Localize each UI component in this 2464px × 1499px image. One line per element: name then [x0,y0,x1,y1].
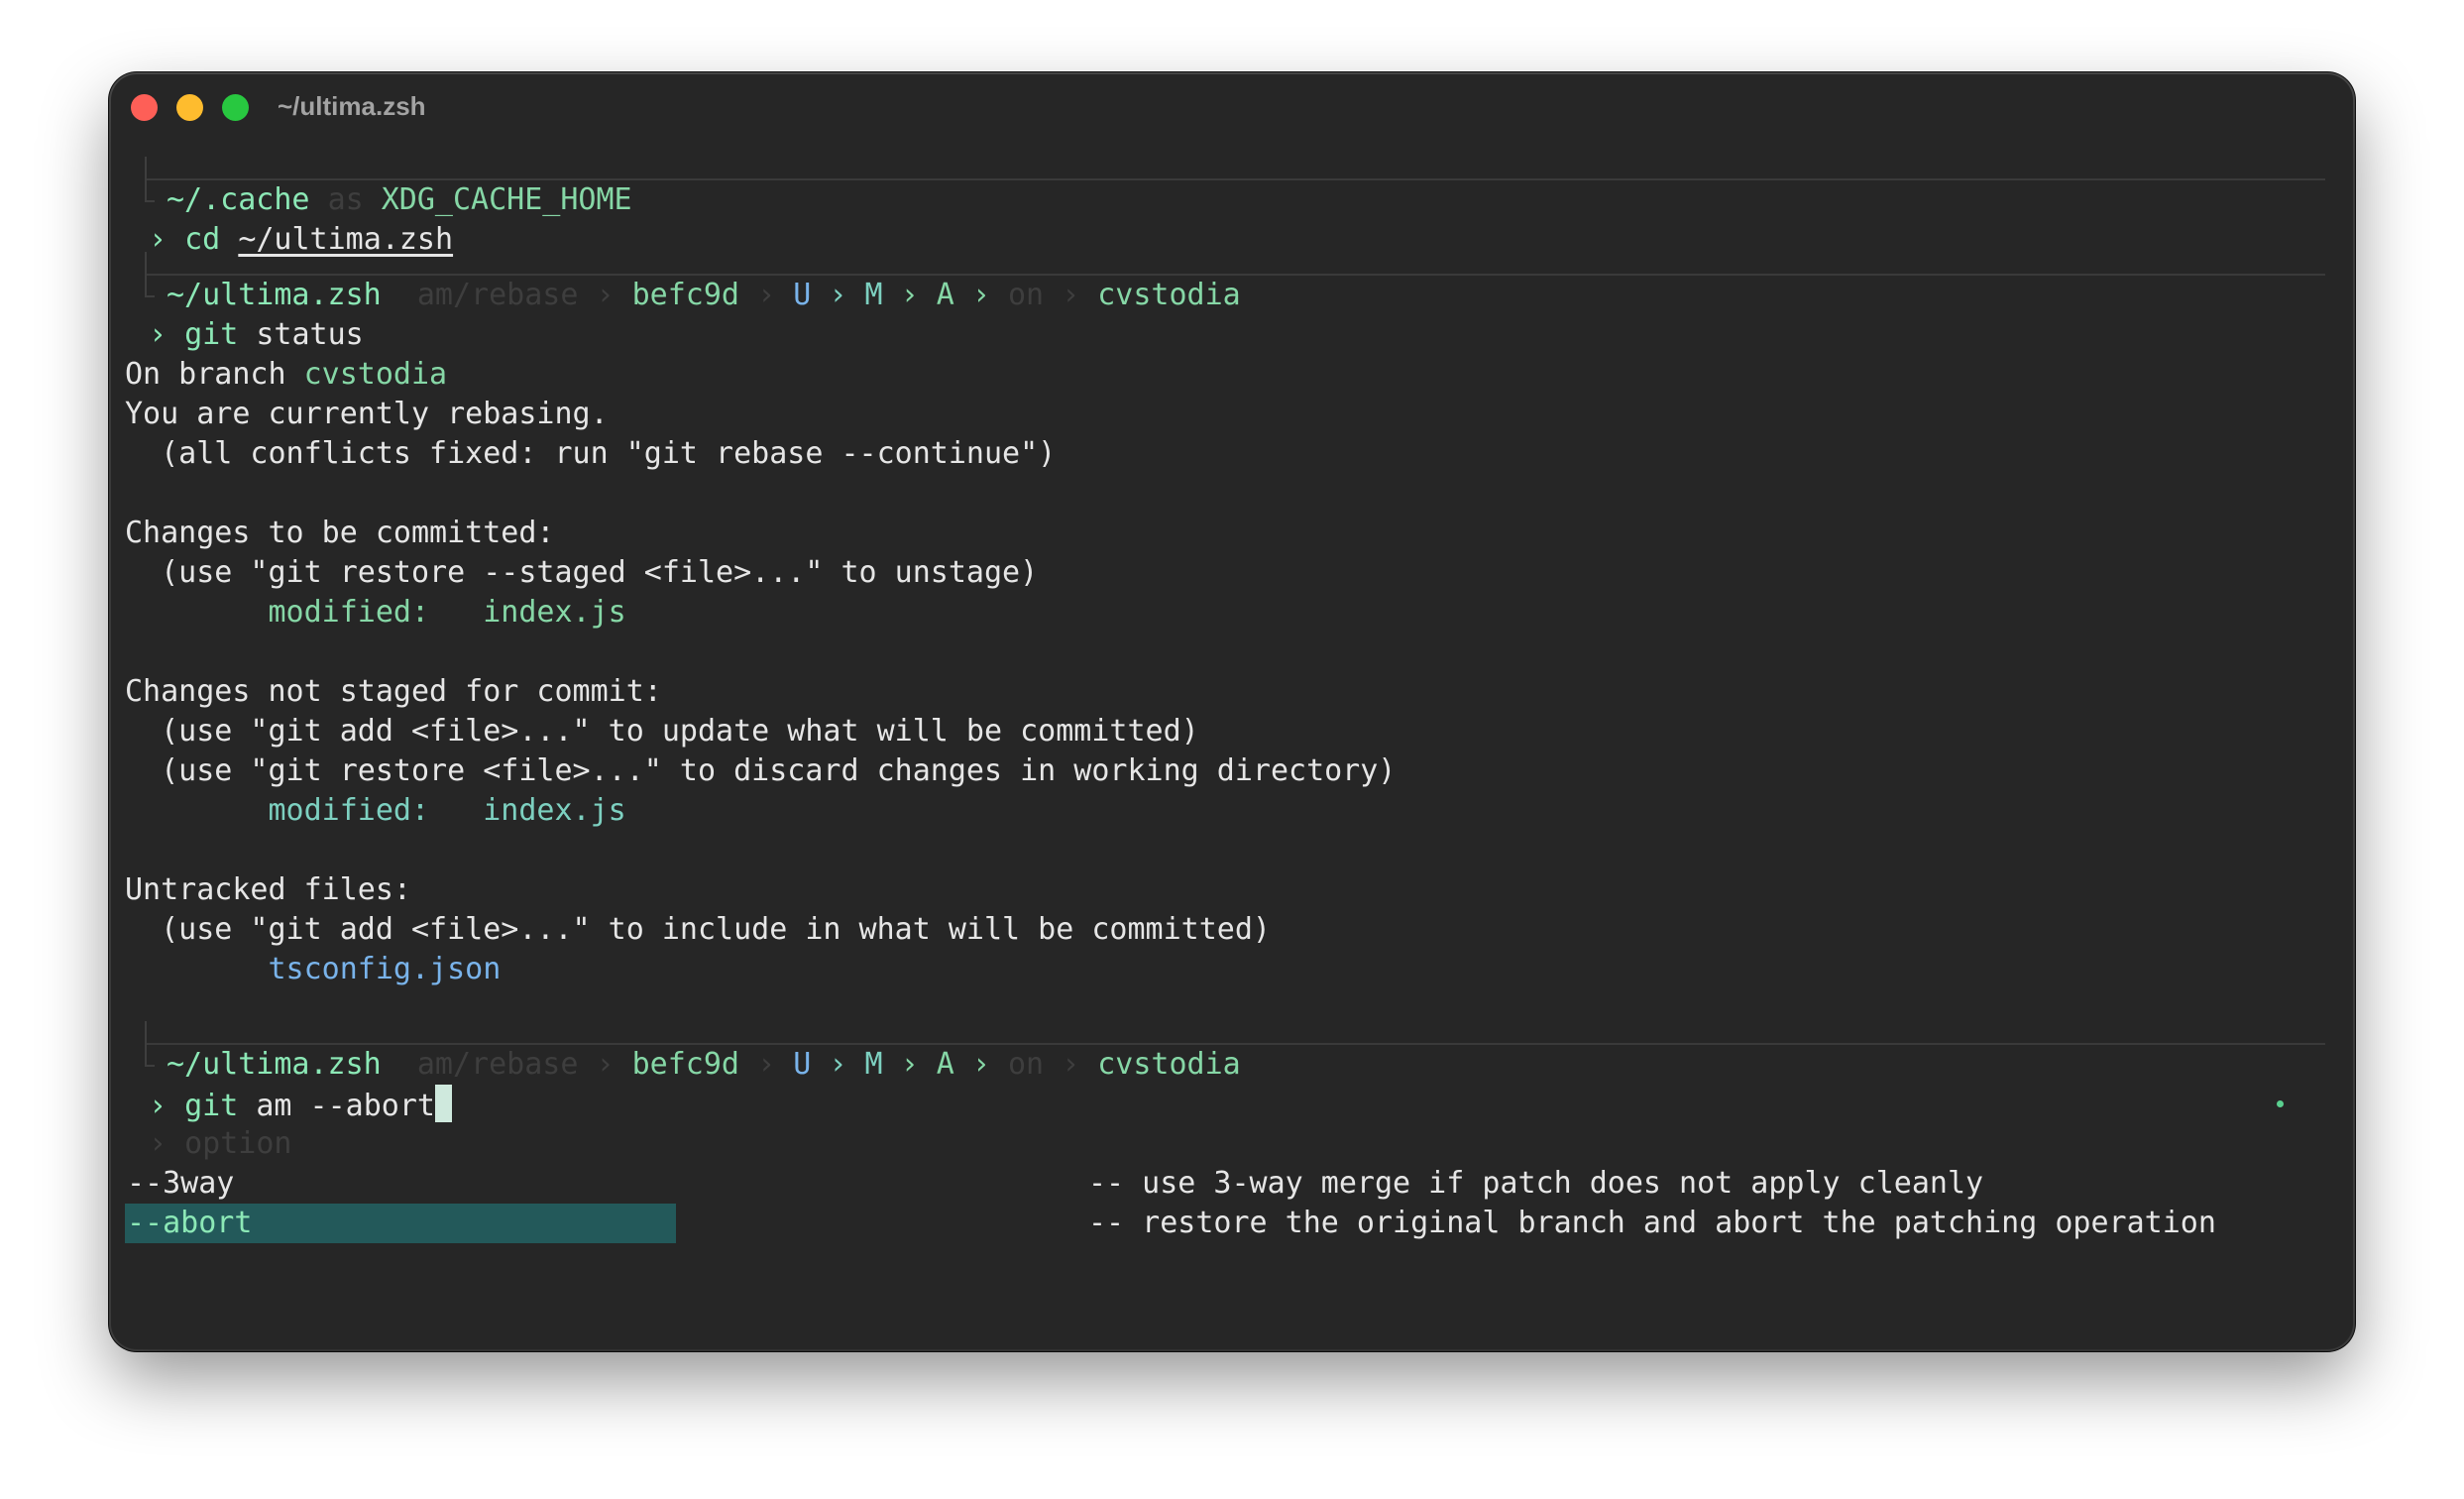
prompt-path: ~/.cache [167,182,310,217]
zoom-button[interactable] [222,94,249,121]
command-name: git [184,1089,239,1123]
window-title: ~/ultima.zsh [278,91,426,121]
prompt-commit-hash: befc9d [631,1047,739,1082]
command-argument: ~/ultima.zsh [238,222,454,257]
prompt-separator-glyph: › [829,1047,847,1082]
output-text: (use "git add <file>..." to include in w… [161,912,1271,947]
prompt-separator-glyph: › [596,1047,615,1082]
prompt-path: ~/ultima.zsh [167,278,382,312]
completion-description: -- use 3-way merge if patch does not app… [1088,1166,1984,1201]
prompt-flag-modified: M [864,278,883,312]
prompt-operation: am/rebase [416,1047,579,1082]
terminal-window[interactable]: ~/ultima.zsh ~/.cache as XDG_CACHE_HOME … [111,74,2353,1349]
prompt-branch: cvstodia [1097,1047,1241,1082]
completion-group-label: option [184,1126,292,1161]
prompt-as-word: as [327,182,364,217]
active-command-line[interactable]: › git am --abort [131,1085,2333,1124]
prompt-alias: XDG_CACHE_HOME [381,182,632,217]
prompt-separator-glyph: › [757,278,776,312]
command-name: cd [184,222,221,257]
prompt-info-line: ~/.cache as XDG_CACHE_HOME [131,157,2333,220]
prompt-flag-unmerged: U [793,1047,812,1082]
command-line: › cd ~/ultima.zsh [131,220,2333,260]
prompt-separator-glyph: › [1062,1047,1080,1082]
file-name: tsconfig.json [268,952,502,986]
completion-option[interactable]: --3way [125,1164,676,1204]
untracked-file-line: tsconfig.json [125,950,2333,989]
prompt-bracket [145,1021,155,1067]
status-dot-icon [2277,1100,2284,1107]
output-line: (use "git restore --staged <file>..." to… [125,553,2333,593]
command-input[interactable]: am --abort [256,1089,435,1123]
command-line: › git status [131,315,2333,355]
prompt-on-word: on [1007,278,1045,312]
prompt-commit-hash: befc9d [631,278,739,312]
output-line: You are currently rebasing. [125,397,609,431]
branch-name: cvstodia [303,357,448,392]
terminal-output[interactable]: ~/.cache as XDG_CACHE_HOME › cd ~/ultima… [125,157,2333,1349]
prompt-branch: cvstodia [1097,278,1241,312]
prompt-path: ~/ultima.zsh [167,1047,382,1082]
file-status: modified: [268,793,430,828]
output-line: Changes not staged for commit: [125,674,662,709]
prompt-flag-added: A [936,1047,954,1082]
close-button[interactable] [131,94,158,121]
completion-item-selected[interactable]: --abort -- restore the original branch a… [125,1204,2333,1243]
unstaged-file-line: modified: index.js [125,791,2333,831]
prompt-separator-glyph: › [900,1047,919,1082]
title-bar[interactable]: ~/ultima.zsh [111,74,2353,144]
prompt-flag-unmerged: U [793,278,812,312]
prompt-separator-glyph: › [971,1047,990,1082]
prompt-separator-glyph: › [1062,278,1080,312]
staged-file-line: modified: index.js [125,593,2333,633]
output-line: (use "git add <file>..." to update what … [125,712,2333,751]
completion-group-header: › option [131,1124,2333,1164]
output-line: On branch cvstodia [125,355,2333,395]
prompt-separator-glyph: › [971,278,990,312]
output-line: (use "git add <file>..." to include in w… [125,910,2333,950]
completion-description: -- restore the original branch and abort… [1088,1206,2216,1240]
minimize-button[interactable] [176,94,203,121]
prompt-info-line: ~/ultima.zsh am/rebase › befc9d › U › M … [131,1021,2333,1085]
prompt-separator-glyph: › [900,278,919,312]
prompt-separator-glyph: › [757,1047,776,1082]
command-args: status [256,317,364,352]
prompt-char: › [149,317,168,352]
prompt-separator-glyph: › [596,278,615,312]
output-line: Untracked files: [125,872,411,907]
prompt-flag-modified: M [864,1047,883,1082]
output-text: (all conflicts fixed: run "git rebase --… [161,436,1057,471]
completion-option[interactable]: --abort [125,1204,676,1243]
completion-item[interactable]: --3way -- use 3-way merge if patch does … [125,1164,2333,1204]
output-text: On branch [125,357,304,392]
text-cursor [435,1085,452,1122]
command-name: git [184,317,239,352]
prompt-separator-glyph: › [829,278,847,312]
prompt-info-line: ~/ultima.zsh am/rebase › befc9d › U › M … [131,252,2333,315]
output-line: (use "git restore <file>..." to discard … [125,751,2333,791]
prompt-flag-added: A [936,278,954,312]
prompt-on-word: on [1007,1047,1045,1082]
output-line: Changes to be committed: [125,516,555,550]
file-name: index.js [483,793,626,828]
prompt-bracket [145,252,155,297]
prompt-bracket [145,157,155,202]
prompt-char: › [149,1089,168,1123]
file-status: modified: [268,595,430,630]
prompt-operation: am/rebase [416,278,579,312]
output-text: (use "git restore --staged <file>..." to… [161,555,1039,590]
output-text: (use "git restore <file>..." to discard … [161,753,1397,788]
output-text: (use "git add <file>..." to update what … [161,714,1199,749]
group-glyph: › [149,1126,168,1161]
file-name: index.js [483,595,626,630]
output-line: (all conflicts fixed: run "git rebase --… [125,434,2333,474]
